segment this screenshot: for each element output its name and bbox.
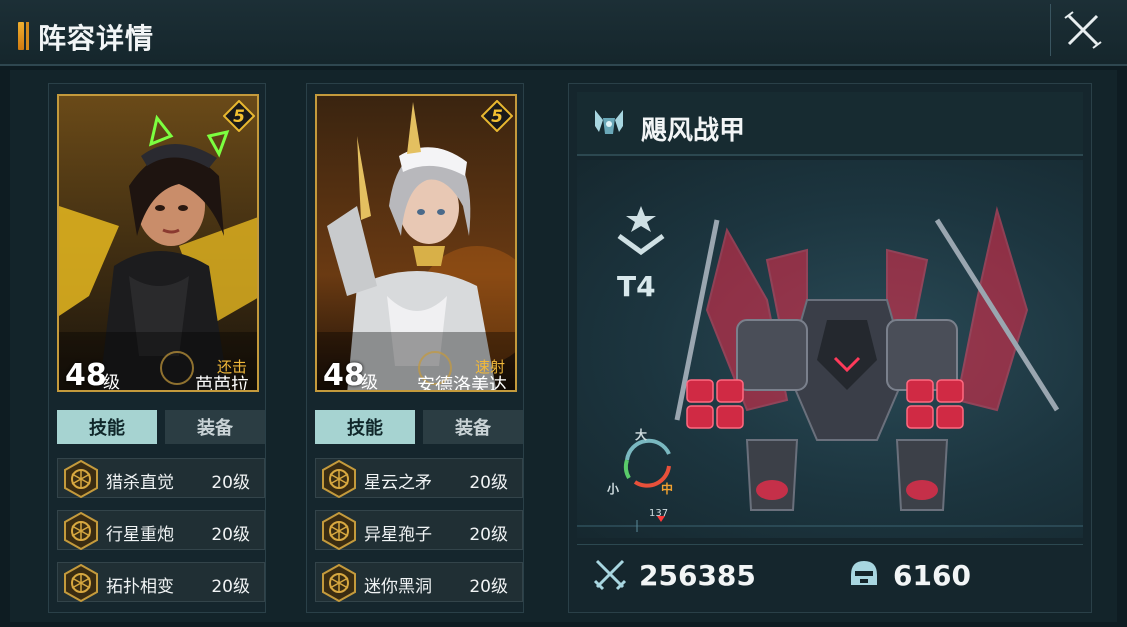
hero-level: 48: [65, 358, 107, 392]
mech-tier: T4: [617, 270, 656, 303]
skill-level: 20级: [211, 577, 250, 597]
size-label-big: 大: [635, 428, 648, 442]
rarity-value: 5: [233, 107, 245, 127]
size-label-small: 小: [607, 482, 620, 496]
hero-name: 安德洛美达: [417, 375, 507, 392]
tab-equipment[interactable]: 装备: [165, 410, 265, 444]
skill-level: 20级: [469, 473, 508, 493]
skill-level: 20级: [211, 525, 250, 545]
title-accent: [18, 22, 24, 50]
page-title: 阵容详情: [38, 22, 155, 55]
rarity-badge-icon: 5: [223, 100, 255, 132]
mech-viewport[interactable]: T4 大 小 中 137: [577, 160, 1083, 538]
tab-skills[interactable]: 技能: [57, 410, 157, 444]
attack-value: 256385: [639, 559, 756, 592]
hero-role: 还击: [216, 358, 247, 376]
hero-tabs: 技能 装备: [57, 410, 265, 444]
hero-tabs: 技能 装备: [315, 410, 523, 444]
crossed-swords-icon: [593, 559, 627, 591]
defense-value: 6160: [893, 559, 971, 592]
hero-name: 芭芭拉: [195, 375, 249, 392]
hero-role: 速射: [474, 358, 505, 376]
skill-row[interactable]: 迷你黑洞 20级: [315, 562, 523, 602]
mech-title-bar: 飓风战甲: [577, 92, 1083, 156]
rarity-badge-icon: 5: [481, 100, 513, 132]
hero-level: 48: [323, 358, 365, 392]
skill-emblem-icon: [322, 460, 356, 498]
skill-emblem-icon: [322, 512, 356, 550]
close-icon: [1063, 11, 1102, 49]
skill-row[interactable]: 猎杀直觉 20级: [57, 458, 265, 498]
skill-level: 20级: [469, 577, 508, 597]
mech-model: [577, 206, 1083, 532]
mech-panel: 飓风战甲 T4 大 小 中 137 256385 6160: [568, 83, 1092, 613]
tab-skills[interactable]: 技能: [315, 410, 415, 444]
close-button[interactable]: [1050, 4, 1114, 56]
hero-card-2[interactable]: 5 48 级 速射 安德洛美达: [315, 94, 517, 392]
tab-equipment[interactable]: 装备: [423, 410, 523, 444]
skill-emblem-icon: [64, 460, 98, 498]
skill-emblem-icon: [64, 564, 98, 602]
hero-panel-2: 5 48 级 速射 安德洛美达 技能 装备 星云之矛 20级 异星孢子 20级: [306, 83, 524, 613]
helmet-icon: [851, 561, 877, 585]
title-accent-stripe: [26, 22, 29, 50]
skill-row[interactable]: 异星孢子 20级: [315, 510, 523, 550]
hero-level-unit: 级: [103, 373, 120, 392]
skill-name: 行星重炮: [106, 525, 174, 545]
skill-name: 猎杀直觉: [106, 473, 174, 493]
skill-row[interactable]: 拓扑相变 20级: [57, 562, 265, 602]
header-bar: 阵容详情: [0, 0, 1127, 66]
size-label-mid: 中: [661, 482, 674, 496]
mech-name: 飓风战甲: [641, 116, 746, 146]
skill-row[interactable]: 行星重炮 20级: [57, 510, 265, 550]
skill-emblem-icon: [64, 512, 98, 550]
rarity-value: 5: [491, 107, 503, 127]
mech-emblem-icon: [595, 110, 623, 134]
skill-level: 20级: [469, 525, 508, 545]
hero-panel-1: 5 48 级 还击 芭芭拉 技能 装备 猎杀直觉 20级 行星重炮 20级 拓扑…: [48, 83, 266, 613]
hero-portrait-barbara: [59, 96, 257, 390]
skill-row[interactable]: 星云之矛 20级: [315, 458, 523, 498]
hero-portrait-andromeda: [317, 96, 515, 390]
skill-level: 20级: [211, 473, 250, 493]
skill-emblem-icon: [322, 564, 356, 602]
skill-name: 星云之矛: [364, 473, 432, 493]
mech-stats: 256385 6160: [577, 544, 1083, 608]
ruler-value: 137: [649, 508, 669, 519]
hero-card-1[interactable]: 5 48 级 还击 芭芭拉: [57, 94, 259, 392]
skill-name: 拓扑相变: [106, 577, 174, 597]
hero-level-unit: 级: [361, 373, 378, 392]
skill-name: 迷你黑洞: [364, 577, 432, 597]
skill-name: 异星孢子: [364, 525, 432, 545]
